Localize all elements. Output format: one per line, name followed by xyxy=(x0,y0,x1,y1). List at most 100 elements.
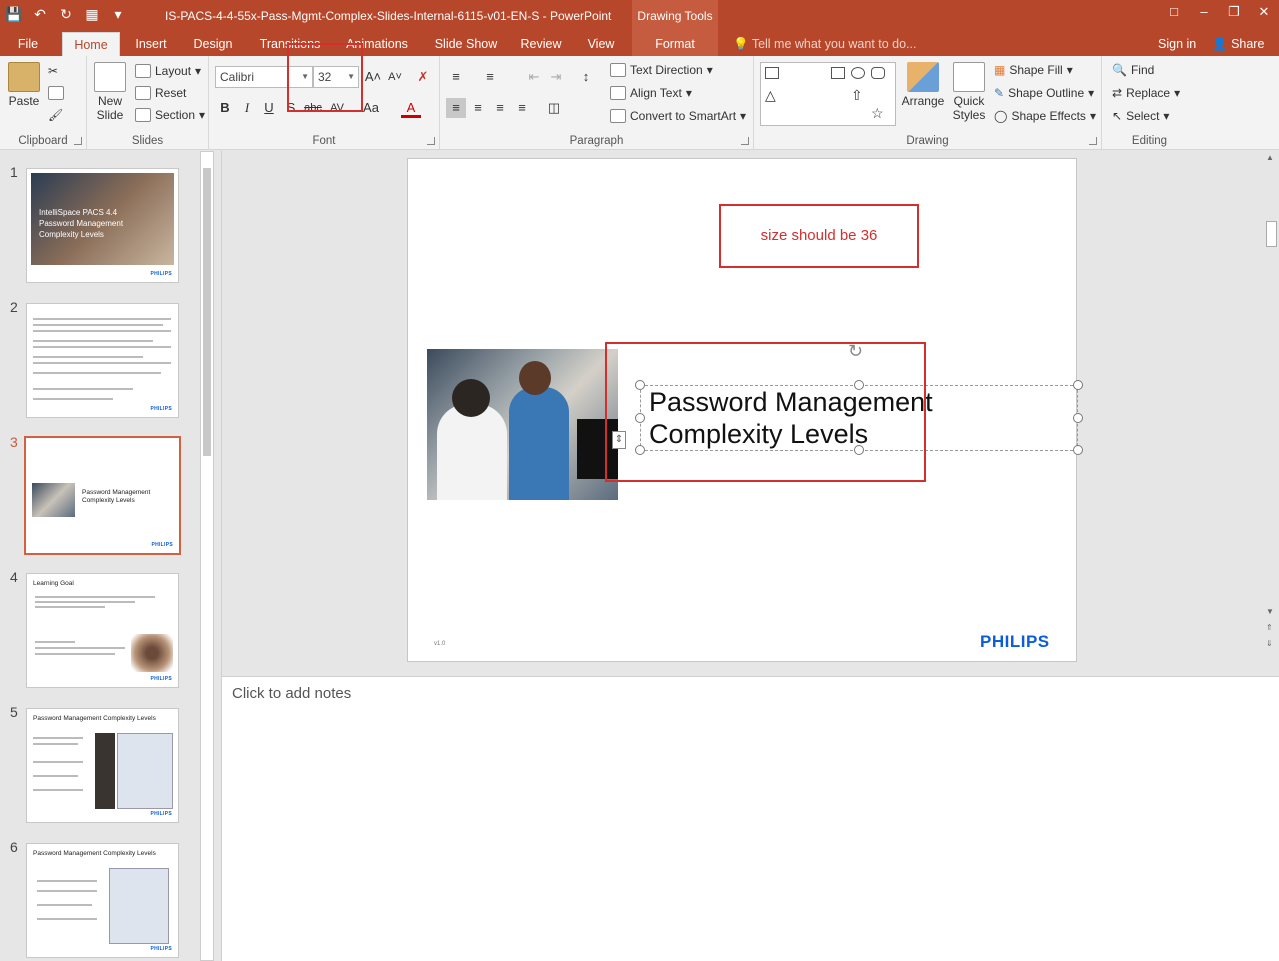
tab-file[interactable]: File xyxy=(10,32,46,56)
section-button[interactable]: Section ▾ xyxy=(135,108,205,122)
justify-icon[interactable]: ≡ xyxy=(512,98,532,118)
next-slide-icon[interactable]: ⇓ xyxy=(1266,639,1273,648)
minimize-icon[interactable]: – xyxy=(1189,0,1219,24)
copy-button[interactable] xyxy=(48,86,64,100)
align-center-icon[interactable]: ≡ xyxy=(468,98,488,118)
text-line xyxy=(35,596,155,598)
drawing-launcher-icon[interactable] xyxy=(1089,137,1097,145)
window-controls: □ – ❐ ✕ xyxy=(1159,0,1279,24)
arrange-button[interactable]: Arrange xyxy=(900,62,946,108)
tab-insert[interactable]: Insert xyxy=(128,32,174,56)
slide-thumbnail-2[interactable]: PHILIPS xyxy=(26,303,179,418)
font-color-icon[interactable]: A xyxy=(401,98,421,118)
underline-icon[interactable]: U xyxy=(259,98,279,118)
scroll-up-icon[interactable]: ▲ xyxy=(1266,153,1274,162)
italic-icon[interactable]: I xyxy=(237,98,257,118)
paste-button[interactable]: Paste xyxy=(6,62,42,108)
shape-outline-button[interactable]: ✎ Shape Outline ▾ xyxy=(994,86,1094,100)
layout-button[interactable]: Layout ▾ xyxy=(135,64,201,78)
reset-button[interactable]: Reset xyxy=(135,86,186,100)
align-right-icon[interactable]: ≡ xyxy=(490,98,510,118)
ribbon-display-options-icon[interactable]: □ xyxy=(1159,0,1189,24)
rounded-rectangle-shape-icon[interactable] xyxy=(871,67,885,79)
decrease-indent-icon[interactable]: ⇤ xyxy=(524,67,544,87)
philips-logo: PHILIPS xyxy=(980,632,1050,651)
decrease-font-size-icon[interactable]: A˅ xyxy=(385,67,405,87)
cut-button[interactable]: ✂ xyxy=(48,64,58,78)
previous-slide-icon[interactable]: ⇑ xyxy=(1266,623,1273,632)
bullets-icon[interactable]: ≡ xyxy=(446,67,466,87)
replace-button[interactable]: ⇄ Replace ▾ xyxy=(1112,86,1180,100)
select-button[interactable]: ↖ Select ▾ xyxy=(1112,109,1169,123)
arrow-shape-icon[interactable]: ⇧ xyxy=(851,88,865,102)
tab-format[interactable]: Format xyxy=(632,32,718,56)
columns-icon[interactable]: ◫ xyxy=(544,98,564,118)
slide-thumbnail-5[interactable]: Password Management Complexity Levels PH… xyxy=(26,708,179,823)
resize-handle[interactable] xyxy=(1073,413,1083,423)
font-launcher-icon[interactable] xyxy=(427,137,435,145)
slide-thumbnail-1[interactable]: IntelliSpace PACS 4.4 Password Managemen… xyxy=(26,168,179,283)
thumbnail-scrollbar[interactable] xyxy=(200,151,214,961)
text-direction-button[interactable]: Text Direction ▾ xyxy=(610,63,713,77)
paragraph-launcher-icon[interactable] xyxy=(741,137,749,145)
tab-review[interactable]: Review xyxy=(516,32,566,56)
undo-icon[interactable]: ↶ xyxy=(30,4,50,24)
new-slide-button[interactable]: New Slide xyxy=(91,62,129,122)
line-spacing-icon[interactable]: ↕ xyxy=(576,67,596,87)
oval-shape-icon[interactable] xyxy=(851,67,865,79)
increase-font-size-icon[interactable]: A˄ xyxy=(363,67,383,87)
slide-thumbnail-6[interactable]: Password Management Complexity Levels PH… xyxy=(26,843,179,958)
slide-thumbnail-3[interactable]: Password Management Complexity Levels PH… xyxy=(24,436,181,555)
slide-scrollbar[interactable]: ▲ ▼ ⇑ ⇓ xyxy=(1264,151,1279,673)
thumb-title: Password Management Complexity Levels xyxy=(33,715,156,722)
shape-fill-button[interactable]: ▦ Shape Fill ▾ xyxy=(994,63,1073,77)
shape-effects-button[interactable]: ◯ Shape Effects ▾ xyxy=(994,109,1096,123)
scrollbar-thumb[interactable] xyxy=(1266,221,1277,247)
textbox-shape-icon[interactable] xyxy=(765,67,779,79)
rectangle-shape-icon[interactable] xyxy=(831,67,845,79)
resize-handle[interactable] xyxy=(1073,380,1083,390)
star-shape-icon[interactable]: ☆ xyxy=(871,106,885,120)
text-line xyxy=(35,653,115,655)
text-line xyxy=(33,356,143,358)
share-button[interactable]: 👤 Share xyxy=(1212,32,1264,56)
restore-icon[interactable]: ❐ xyxy=(1219,0,1249,24)
format-painter-button[interactable]: 🖌 xyxy=(48,108,63,122)
convert-smartart-button[interactable]: Convert to SmartArt ▾ xyxy=(610,109,746,123)
nurse-figure xyxy=(509,387,569,500)
save-icon[interactable]: 💾 xyxy=(4,4,24,24)
present-icon[interactable]: ▦ xyxy=(82,4,102,24)
change-case-icon[interactable]: Aa xyxy=(361,98,381,118)
slide-photo[interactable] xyxy=(427,349,618,500)
redo-icon[interactable]: ↻ xyxy=(56,4,76,24)
sign-in-link[interactable]: Sign in xyxy=(1158,32,1196,56)
find-button[interactable]: 🔍 Find xyxy=(1112,63,1154,77)
paste-icon xyxy=(8,62,40,92)
tell-me-box[interactable]: 💡 Tell me what you want to do... xyxy=(733,32,916,56)
align-left-icon[interactable]: ≡ xyxy=(446,98,466,118)
reset-label: Reset xyxy=(155,86,187,100)
slide-thumbnail-4[interactable]: Learning Goal PHILIPS xyxy=(26,573,179,688)
tab-design[interactable]: Design xyxy=(186,32,240,56)
tab-home[interactable]: Home xyxy=(62,32,120,56)
tab-view[interactable]: View xyxy=(580,32,622,56)
notes-pane[interactable]: Click to add notes xyxy=(222,676,1279,961)
align-text-button[interactable]: Align Text ▾ xyxy=(610,86,692,100)
numbering-icon[interactable]: ≡ xyxy=(480,67,500,87)
resize-handle[interactable] xyxy=(1073,445,1083,455)
quick-styles-button[interactable]: Quick Styles xyxy=(948,62,990,122)
close-icon[interactable]: ✕ xyxy=(1249,0,1279,24)
triangle-shape-icon[interactable]: △ xyxy=(765,88,779,102)
shapes-gallery[interactable]: △ ⇧ ☆ xyxy=(760,62,896,126)
text-line xyxy=(33,372,161,374)
tab-slide-show[interactable]: Slide Show xyxy=(430,32,502,56)
increase-indent-icon[interactable]: ⇥ xyxy=(546,67,566,87)
clear-formatting-icon[interactable]: ✗ xyxy=(413,67,433,87)
customize-qat-icon[interactable]: ▾ xyxy=(108,4,128,24)
scroll-down-icon[interactable]: ▼ xyxy=(1266,607,1274,616)
thumbnail-photo xyxy=(32,483,75,517)
bold-icon[interactable]: B xyxy=(215,98,235,118)
scrollbar-thumb[interactable] xyxy=(203,168,211,456)
clipboard-launcher-icon[interactable] xyxy=(74,137,82,145)
shape-fill-label: Shape Fill xyxy=(1009,63,1063,77)
